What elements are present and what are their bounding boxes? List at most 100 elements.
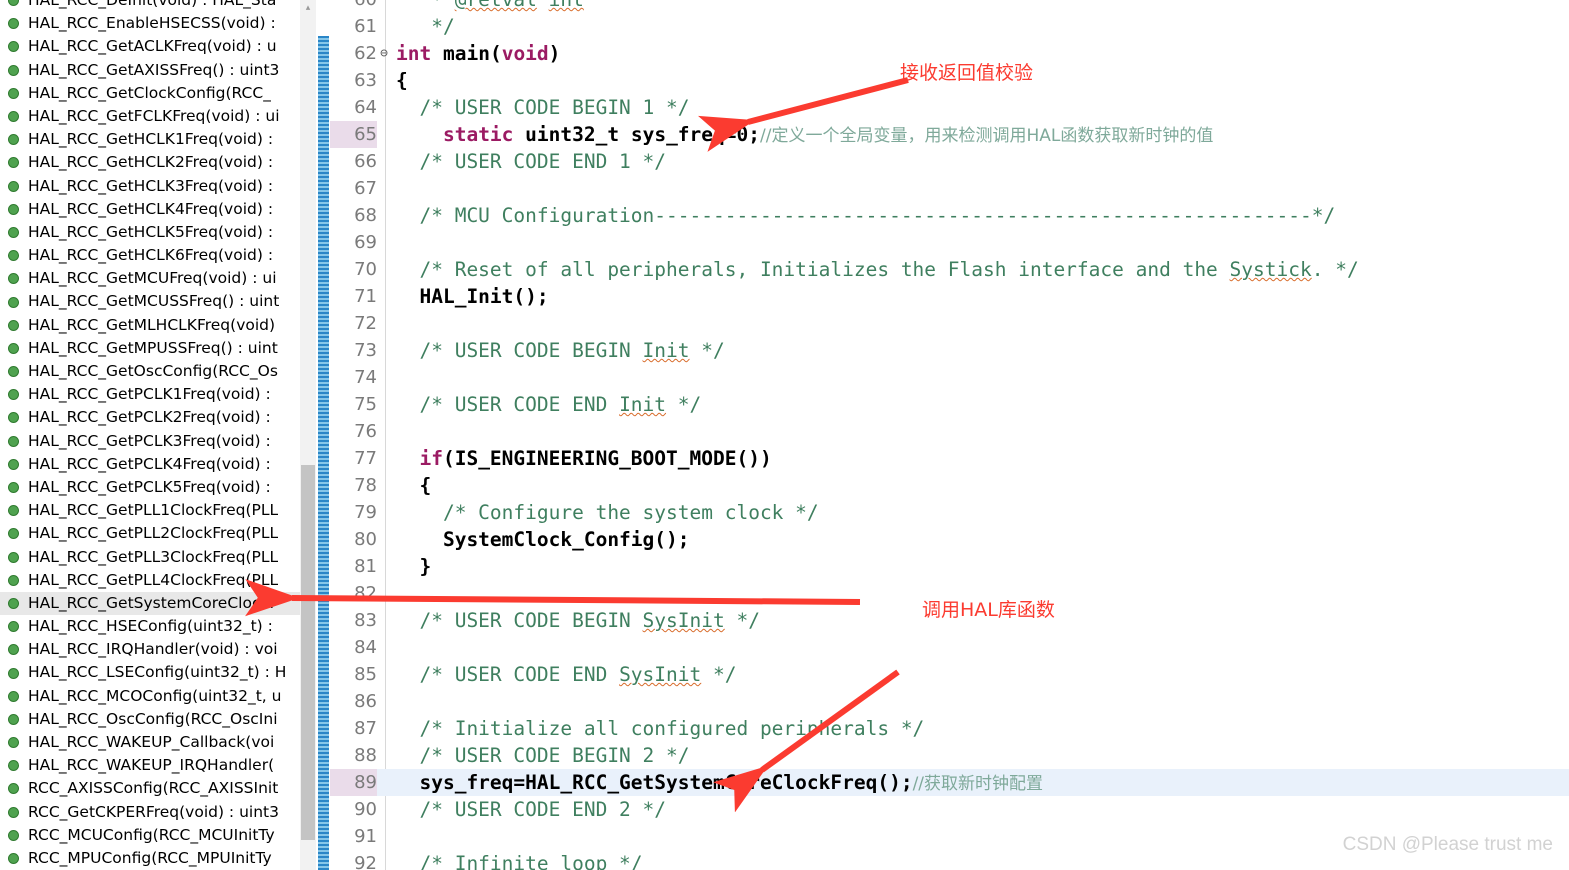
outline-item[interactable]: HAL_RCC_GetHCLK6Freq(void) :: [0, 244, 300, 267]
outline-item[interactable]: HAL_RCC_GetPCLK1Freq(void) :: [0, 383, 300, 406]
code-line[interactable]: 77 if(IS_ENGINEERING_BOOT_MODE()): [330, 445, 1569, 472]
code-line[interactable]: 80 SystemClock_Config();: [330, 526, 1569, 553]
outline-item[interactable]: HAL_RCC_GetOscConfig(RCC_Os: [0, 360, 300, 383]
line-number: 77: [354, 448, 377, 469]
outline-item[interactable]: HAL_RCC_GetFCLKFreq(void) : ui: [0, 105, 300, 128]
outline-item-label: HAL_RCC_GetSystemCoreClockF: [28, 593, 279, 612]
outline-item-label: HAL_RCC_GetPCLK1Freq(void) :: [28, 385, 271, 404]
outline-item[interactable]: HAL_RCC_GetMCUSSFreq() : uint: [0, 290, 300, 313]
code-line[interactable]: 75 /* USER CODE END Init */: [330, 391, 1569, 418]
outline-item-selected[interactable]: HAL_RCC_GetSystemCoreClockF: [0, 591, 300, 616]
code-token: /* USER CODE BEGIN 1 */: [396, 96, 690, 119]
outline-item[interactable]: RCC_GetCKPERFreq(void) : uint3: [0, 801, 300, 824]
line-number: 60: [330, 0, 377, 13]
code-line[interactable]: 68 /* MCU Configuration-----------------…: [330, 202, 1569, 229]
code-line[interactable]: 85 /* USER CODE END SysInit */: [330, 661, 1569, 688]
outline-item[interactable]: HAL_RCC_WAKEUP_IRQHandler(: [0, 754, 300, 777]
outline-item-label: HAL_RCC_GetPCLK4Freq(void) :: [28, 454, 271, 473]
outline-item[interactable]: HAL_RCC_GetHCLK4Freq(void) :: [0, 198, 300, 221]
outline-item[interactable]: HAL_RCC_GetPLL4ClockFreq(PLL: [0, 569, 300, 592]
outline-item[interactable]: HAL_RCC_GetMCUFreq(void) : ui: [0, 267, 300, 290]
code-line[interactable]: 64 /* USER CODE BEGIN 1 */: [330, 94, 1569, 121]
code-token: /* USER CODE BEGIN: [396, 609, 643, 632]
code-line[interactable]: 76: [330, 418, 1569, 445]
code-line[interactable]: 86: [330, 688, 1569, 715]
code-token: @retval: [455, 0, 537, 11]
outline-item[interactable]: RCC_AXISSConfig(RCC_AXISSInit: [0, 777, 300, 800]
code-token: /* USER CODE BEGIN: [396, 339, 643, 362]
code-line[interactable]: 87 /* Initialize all configured peripher…: [330, 715, 1569, 742]
code-line[interactable]: 60 * @retval int: [330, 0, 1569, 13]
line-number: 69: [354, 232, 377, 253]
outline-item[interactable]: HAL_RCC_WAKEUP_Callback(voi: [0, 731, 300, 754]
code-line[interactable]: 81 }: [330, 553, 1569, 580]
outline-item[interactable]: RCC_MPUConfig(RCC_MPUInitTy: [0, 847, 300, 870]
code-token: SystemClock_Config();: [396, 528, 690, 551]
outline-item-label: HAL_RCC_GetPCLK2Freq(void) :: [28, 408, 271, 427]
outline-item[interactable]: HAL_RCC_GetHCLK5Freq(void) :: [0, 221, 300, 244]
outline-item[interactable]: RCC_MCUConfig(RCC_MCUInitTy: [0, 824, 300, 847]
code-line[interactable]: 71 HAL_Init();: [330, 283, 1569, 310]
code-line[interactable]: 61 */: [330, 13, 1569, 40]
outline-item[interactable]: HAL_RCC_GetPCLK4Freq(void) :: [0, 453, 300, 476]
scroll-up-arrow-icon[interactable]: ▴: [301, 0, 315, 14]
line-number: 85: [354, 664, 377, 685]
outline-item-label: HAL_RCC_GetACLKFreq(void) : u: [28, 37, 277, 56]
code-line[interactable]: 67: [330, 175, 1569, 202]
code-line[interactable]: 65 static uint32_t sys_freq=0;//定义一个全局变量…: [330, 121, 1569, 148]
code-line[interactable]: 88 /* USER CODE BEGIN 2 */: [330, 742, 1569, 769]
outline-item[interactable]: HAL_RCC_GetClockConfig(RCC_: [0, 82, 300, 105]
code-line[interactable]: 79 /* Configure the system clock */: [330, 499, 1569, 526]
method-bullet-icon: [8, 366, 19, 378]
code-line-text: /* USER CODE END 1 */: [396, 148, 666, 175]
method-bullet-icon: [8, 41, 19, 53]
line-number: 83: [354, 610, 377, 631]
code-line[interactable]: 78 {: [330, 472, 1569, 499]
outline-item[interactable]: HAL_RCC_GetPLL1ClockFreq(PLL: [0, 499, 300, 522]
code-editor[interactable]: 60 * @retval int61 */62⊖int main(void)63…: [330, 0, 1569, 870]
outline-list[interactable]: HAL_RCC_DeInit(void) : HAL_Sta HAL_RCC_En…: [0, 0, 300, 870]
code-line[interactable]: 73 /* USER CODE BEGIN Init */: [330, 337, 1569, 364]
outline-item[interactable]: HAL_RCC_GetACLKFreq(void) : u: [0, 35, 300, 58]
outline-item[interactable]: HAL_RCC_LSEConfig(uint32_t) : H: [0, 661, 300, 684]
outline-item[interactable]: HAL_RCC_GetPCLK2Freq(void) :: [0, 406, 300, 429]
code-token: int: [396, 42, 432, 65]
outline-item[interactable]: HAL_RCC_HSEConfig(uint32_t) :: [0, 615, 300, 638]
outline-item[interactable]: HAL_RCC_GetHCLK1Freq(void) :: [0, 128, 300, 151]
code-line[interactable]: 66 /* USER CODE END 1 */: [330, 148, 1569, 175]
outline-item[interactable]: HAL_RCC_DeInit(void) : HAL_Sta: [0, 0, 300, 12]
code-token: /* Configure the system clock */: [396, 501, 819, 524]
outline-item[interactable]: HAL_RCC_GetMLHCLKFreq(void): [0, 314, 300, 337]
code-token: Init: [642, 339, 690, 362]
outline-panel[interactable]: HAL_RCC_DeInit(void) : HAL_Sta HAL_RCC_En…: [0, 0, 300, 870]
outline-item-label: HAL_RCC_GetPCLK5Freq(void) :: [28, 477, 271, 496]
outline-item[interactable]: HAL_RCC_GetPLL3ClockFreq(PLL: [0, 546, 300, 569]
code-lines[interactable]: 60 * @retval int61 */62⊖int main(void)63…: [330, 0, 1569, 870]
outline-item[interactable]: HAL_RCC_GetPLL2ClockFreq(PLL: [0, 522, 300, 545]
fold-collapse-icon[interactable]: ⊖: [378, 40, 390, 67]
code-line[interactable]: 70 /* Reset of all peripherals, Initiali…: [330, 256, 1569, 283]
outline-item[interactable]: HAL_RCC_MCOConfig(uint32_t, u: [0, 685, 300, 708]
code-line[interactable]: 74: [330, 364, 1569, 391]
code-line[interactable]: 72: [330, 310, 1569, 337]
outline-item[interactable]: HAL_RCC_IRQHandler(void) : voi: [0, 638, 300, 661]
code-line[interactable]: 90 /* USER CODE END 2 */: [330, 796, 1569, 823]
code-token: */: [701, 663, 737, 686]
outline-item[interactable]: HAL_RCC_GetHCLK3Freq(void) :: [0, 175, 300, 198]
code-line-text: SystemClock_Config();: [396, 526, 690, 553]
outline-item[interactable]: HAL_RCC_OscConfig(RCC_OscIni: [0, 708, 300, 731]
outline-item-label: HAL_RCC_GetOscConfig(RCC_Os: [28, 362, 278, 380]
outline-item[interactable]: HAL_RCC_GetAXISSFreq() : uint3: [0, 59, 300, 82]
code-line[interactable]: 84: [330, 634, 1569, 661]
outline-item[interactable]: HAL_RCC_EnableHSECSS(void) :: [0, 12, 300, 35]
code-line[interactable]: 89 sys_freq=HAL_RCC_GetSystemCoreClockFr…: [330, 769, 1569, 796]
code-line-text: */: [396, 13, 454, 40]
outline-item[interactable]: HAL_RCC_GetHCLK2Freq(void) :: [0, 151, 300, 174]
code-line-text: /* Configure the system clock */: [396, 499, 819, 526]
outline-item-label: HAL_RCC_GetPLL4ClockFreq(PLL: [28, 570, 279, 589]
code-line[interactable]: 69: [330, 229, 1569, 256]
outline-item[interactable]: HAL_RCC_GetPCLK3Freq(void) :: [0, 430, 300, 453]
outline-scrollbar-thumb[interactable]: [301, 465, 315, 840]
outline-item[interactable]: HAL_RCC_GetPCLK5Freq(void) :: [0, 476, 300, 499]
outline-item[interactable]: HAL_RCC_GetMPUSSFreq() : uint: [0, 337, 300, 360]
